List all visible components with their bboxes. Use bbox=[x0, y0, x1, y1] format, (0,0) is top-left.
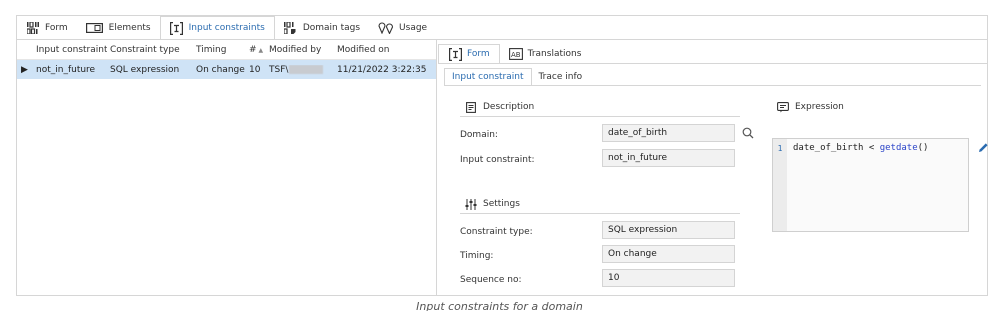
expression-section-header: Expression bbox=[776, 100, 844, 114]
cell-modified-by-text: TSF\ bbox=[269, 64, 289, 75]
settings-section-divider bbox=[460, 213, 740, 214]
cell-modified-on: 11/21/2022 3:22:35 bbox=[337, 64, 427, 75]
description-section-title: Description bbox=[483, 102, 535, 112]
search-icon[interactable] bbox=[741, 126, 755, 140]
tab-usage[interactable]: Usage bbox=[369, 16, 436, 40]
settings-section-title: Settings bbox=[483, 199, 520, 209]
tab-usage-label: Usage bbox=[399, 23, 428, 33]
tab-domain-tags-label: Domain tags bbox=[302, 23, 361, 33]
tab-domain-tags[interactable]: Domain tags bbox=[275, 16, 369, 40]
tab-detail-form-label: Form bbox=[467, 49, 490, 59]
tab-elements-label: Elements bbox=[108, 23, 151, 33]
svg-text:AB: AB bbox=[511, 51, 521, 59]
sub-tab-bar: Input constraint Trace info bbox=[444, 68, 589, 86]
elements-icon bbox=[86, 21, 104, 35]
form-icon bbox=[448, 47, 462, 61]
code-prefix: date_of_birth < bbox=[793, 143, 880, 153]
col-header-modified-on[interactable]: Modified on bbox=[334, 45, 434, 55]
col-header-seq[interactable]: # ▲ bbox=[246, 45, 266, 55]
settings-sliders-icon bbox=[464, 197, 478, 211]
tab-translations-label: Translations bbox=[527, 49, 582, 59]
cell-input-constraint: not_in_future bbox=[36, 64, 96, 75]
constraint-type-field[interactable]: SQL expression bbox=[602, 221, 735, 239]
col-header-modified-by[interactable]: Modified by bbox=[266, 45, 334, 55]
input-constraints-icon bbox=[170, 21, 184, 35]
tab-trace-info[interactable]: Trace info bbox=[532, 68, 590, 86]
redacted-username bbox=[289, 64, 324, 74]
cell-modified-by: TSF\ bbox=[266, 64, 334, 75]
tab-form[interactable]: Form bbox=[17, 16, 77, 40]
constraints-grid: Input constraint Constraint type Timing … bbox=[17, 40, 437, 295]
form-icon bbox=[26, 21, 40, 35]
sequence-field[interactable]: 10 bbox=[602, 269, 735, 287]
description-icon bbox=[464, 100, 478, 114]
translations-icon: AB bbox=[508, 47, 523, 61]
code-function: getdate bbox=[879, 143, 918, 153]
input-constraint-label: Input constraint: bbox=[460, 155, 535, 165]
tab-input-constraint[interactable]: Input constraint bbox=[444, 68, 532, 86]
row-indicator-icon: ▶ bbox=[21, 64, 28, 75]
timing-field[interactable]: On change bbox=[602, 245, 735, 263]
expression-code: date_of_birth < getdate() bbox=[787, 139, 934, 231]
tab-input-constraints[interactable]: Input constraints bbox=[159, 16, 275, 40]
line-number: 1 bbox=[773, 139, 787, 231]
cell-timing: On change bbox=[196, 64, 245, 75]
constraint-type-label: Constraint type: bbox=[460, 227, 533, 237]
expression-editor[interactable]: 1 date_of_birth < getdate() bbox=[772, 138, 969, 232]
domain-tags-icon bbox=[284, 21, 298, 35]
input-constraint-field[interactable]: not_in_future bbox=[602, 149, 735, 167]
detail-tab-bar: Form AB Translations bbox=[438, 44, 590, 64]
settings-section-header: Settings bbox=[464, 197, 520, 211]
timing-label: Timing: bbox=[460, 251, 494, 261]
col-header-input-constraint[interactable]: Input constraint bbox=[33, 45, 107, 55]
cell-seq: 10 bbox=[249, 64, 261, 75]
expression-icon bbox=[776, 100, 790, 114]
usage-icon bbox=[378, 21, 394, 35]
col-header-constraint-type[interactable]: Constraint type bbox=[107, 45, 193, 55]
cell-constraint-type: SQL expression bbox=[110, 64, 180, 75]
code-suffix: () bbox=[917, 143, 929, 153]
edit-pencil-icon[interactable] bbox=[976, 140, 990, 154]
sub-tab-divider bbox=[444, 85, 981, 86]
tab-detail-form[interactable]: Form bbox=[438, 44, 500, 64]
tab-form-label: Form bbox=[45, 23, 68, 33]
col-header-timing[interactable]: Timing bbox=[193, 45, 246, 55]
tab-elements[interactable]: Elements bbox=[77, 16, 160, 40]
figure-caption: Input constraints for a domain bbox=[416, 300, 583, 311]
col-header-seq-label: # bbox=[249, 44, 257, 55]
domain-field[interactable]: date_of_birth bbox=[602, 124, 735, 142]
main-frame: Form Elements Input constraints Domain t… bbox=[16, 15, 988, 296]
sequence-label: Sequence no: bbox=[460, 275, 522, 285]
domain-label: Domain: bbox=[460, 130, 498, 140]
description-section-header: Description bbox=[464, 100, 534, 114]
table-row[interactable]: ▶ not_in_future SQL expression On change… bbox=[17, 60, 436, 79]
tab-input-constraints-label: Input constraints bbox=[188, 23, 265, 33]
tab-translations[interactable]: AB Translations bbox=[500, 44, 591, 64]
expression-section-title: Expression bbox=[795, 102, 844, 112]
grid-header: Input constraint Constraint type Timing … bbox=[17, 40, 436, 60]
detail-tab-divider bbox=[438, 63, 987, 64]
detail-panel: Form AB Translations Input constraint Tr… bbox=[438, 40, 990, 295]
description-section-divider bbox=[460, 116, 740, 117]
sort-ascending-icon: ▲ bbox=[256, 46, 264, 54]
top-tab-bar: Form Elements Input constraints Domain t… bbox=[17, 16, 436, 40]
